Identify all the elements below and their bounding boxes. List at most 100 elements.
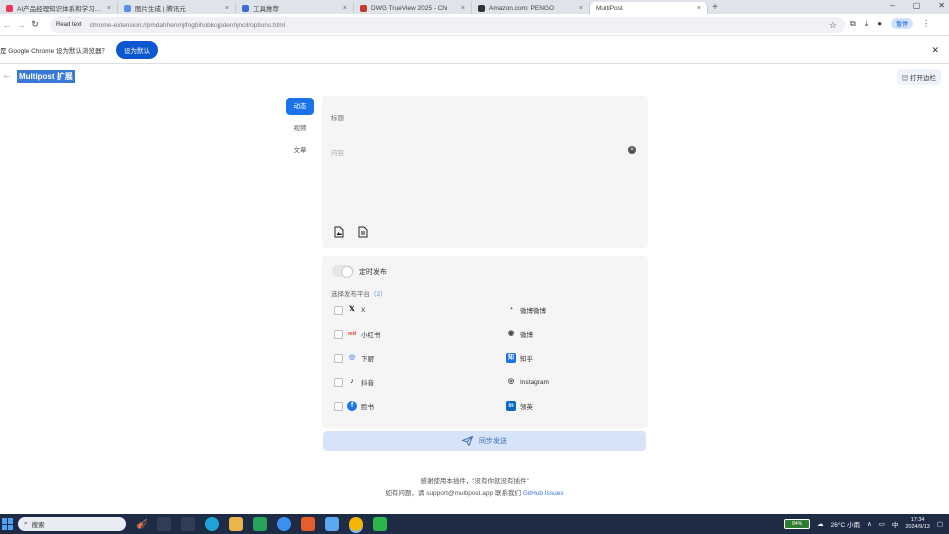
app-orange-icon[interactable] <box>301 517 316 531</box>
back-arrow-icon[interactable]: ← <box>2 70 12 81</box>
battery-indicator[interactable]: 84% <box>784 519 811 529</box>
close-icon[interactable]: × <box>343 5 347 12</box>
weibo-logo-icon: ◉ <box>507 330 515 337</box>
platform-linkedin[interactable]: in 领英 <box>506 400 533 412</box>
browser-tab[interactable]: AI产品经理知识体系和学习路线 × <box>0 2 118 14</box>
platform-checkbox[interactable] <box>334 401 343 411</box>
platform-xiaohongshu[interactable]: red 小红书 <box>334 328 381 340</box>
platform-checkbox[interactable] <box>334 377 343 387</box>
platform-douyin[interactable]: ♪ 抖音 <box>334 376 374 388</box>
maximize-icon[interactable]: ▢ <box>913 1 921 10</box>
forward-icon[interactable]: → <box>14 20 28 30</box>
browser-tab[interactable]: 图片生成 | 腾讯元 × <box>118 2 236 14</box>
platform-label: 知乎 <box>520 356 533 363</box>
platform-label: X <box>361 306 366 314</box>
close-icon[interactable]: × <box>697 5 701 12</box>
platform-weibo[interactable]: ◉ 微博 <box>506 328 533 340</box>
app-lightblue-icon[interactable] <box>325 517 340 531</box>
task-view-icon[interactable] <box>157 517 172 531</box>
close-icon[interactable]: × <box>225 5 229 12</box>
clock[interactable]: 17:34 2024/9/13 <box>905 517 929 531</box>
platform-selector: 定时发布 选择发布平台（2） 𝕏 X red 小红书 ◎ 下厨 ♪ 抖音 f 脸… <box>322 256 648 428</box>
github-issues-link[interactable]: GitHub Issues <box>523 490 564 497</box>
search-highlight-icon: 🎻 <box>136 518 148 529</box>
browser-tab-strip: AI产品经理知识体系和学习路线 × 图片生成 | 腾讯元 × 工具推荐 × DWG T… <box>0 0 949 14</box>
close-icon[interactable]: × <box>579 5 583 12</box>
chrome-icon[interactable] <box>349 517 364 531</box>
site-info-button[interactable]: Read text <box>56 22 82 28</box>
url-text: chrome-extension://pmdahhenmjlfngbihobko… <box>89 21 286 29</box>
network-icon[interactable]: ▭ <box>879 520 885 528</box>
menu-icon[interactable]: ⋮ <box>922 19 930 28</box>
address-bar[interactable]: Read text chrome-extension://pmdahhenmjl… <box>50 17 845 33</box>
footer-thanks: 感谢使用本插件，“没有你就没有插件” <box>420 478 529 485</box>
sidebar-icon: ▤ <box>901 75 910 82</box>
default-browser-infobar: 是 Google Chrome 设为默认浏览器？ 设为默认 ✕ <box>0 37 949 64</box>
platform-x[interactable]: 𝕏 X <box>334 304 365 316</box>
browser-tab[interactable]: DWG TrueView 2025 - Chi × <box>354 2 472 14</box>
platform-instagram[interactable]: ◎ Instagram <box>506 376 549 388</box>
browser-tab[interactable]: Amazon.com: PENGO × <box>472 2 590 14</box>
platform-zhihu[interactable]: 知 知乎 <box>506 352 533 364</box>
tab-article[interactable]: 文章 <box>286 142 314 159</box>
xiaohongshu-logo-icon: red <box>348 331 356 337</box>
facebook-logo-icon: f <box>347 401 357 411</box>
close-icon[interactable]: ✕ <box>931 45 939 56</box>
weather-icon: ☁ <box>817 521 824 528</box>
open-sidebar-button[interactable]: ▤ 打开边栏 <box>896 69 941 85</box>
platform-checkbox[interactable] <box>334 353 343 363</box>
platform-label: 抖音 <box>361 380 374 387</box>
download-icon[interactable]: ⤓ <box>865 19 869 29</box>
close-icon[interactable]: × <box>461 5 465 12</box>
extensions-icon[interactable]: ⧉ <box>850 19 856 29</box>
window-controls: – ▢ ✕ <box>890 1 945 10</box>
tray-chevron-icon[interactable]: ∧ <box>867 520 872 528</box>
profile-button[interactable]: 暂停 <box>891 18 914 29</box>
app-green-icon[interactable] <box>253 517 268 531</box>
bookmark-star-icon[interactable]: ☆ <box>829 20 837 31</box>
platform-xiachu[interactable]: ◎ 下厨 <box>334 352 374 364</box>
publish-button[interactable]: 同步发送 <box>323 431 646 451</box>
platform-label: Instagram <box>520 378 549 386</box>
back-icon[interactable]: ← <box>0 20 14 30</box>
weather-text[interactable]: 26°C 小雨 <box>831 519 860 529</box>
windows-start-icon[interactable] <box>2 518 14 530</box>
clear-icon[interactable]: × <box>628 146 636 154</box>
tab-favicon <box>478 4 485 12</box>
tab-video[interactable]: 视频 <box>286 120 314 137</box>
new-tab-button[interactable]: + <box>708 2 722 14</box>
search-icon: ⌕ <box>24 520 28 527</box>
app-blue-icon[interactable] <box>277 517 292 531</box>
tab-dynamic[interactable]: 动态 <box>286 98 314 115</box>
xiachu-logo-icon: ◎ <box>348 354 356 361</box>
profile-icon[interactable]: ● <box>877 19 882 28</box>
edge-icon[interactable] <box>205 517 220 531</box>
reload-icon[interactable]: ↻ <box>28 19 42 30</box>
minimize-icon[interactable]: – <box>890 1 894 10</box>
ime-indicator[interactable]: 中 <box>892 519 899 529</box>
close-window-icon[interactable]: ✕ <box>938 1 945 10</box>
browser-tab[interactable]: 工具推荐 × <box>236 2 354 14</box>
publish-label: 同步发送 <box>479 438 507 445</box>
platform-checkbox[interactable] <box>334 329 343 339</box>
notification-icon[interactable]: ▢ <box>937 520 943 528</box>
schedule-toggle[interactable] <box>332 265 354 278</box>
clock-date: 2024/9/13 <box>905 524 930 530</box>
sidebar-toggle-label: 打开边栏 <box>910 75 936 82</box>
set-default-button[interactable]: 设为默认 <box>116 41 158 59</box>
close-icon[interactable]: × <box>107 5 111 12</box>
platform-facebook[interactable]: f 脸书 <box>334 400 374 412</box>
platform-checkbox[interactable] <box>334 305 343 315</box>
upload-file-icon[interactable] <box>358 226 368 238</box>
file-explorer-icon[interactable] <box>181 517 196 531</box>
content-input[interactable]: 内容 <box>331 147 344 157</box>
platform-select-label: 选择发布平台（2） <box>331 288 387 298</box>
zhihu-logo-icon: 知 <box>506 353 516 363</box>
browser-tab-active[interactable]: MultiPost × <box>590 2 708 14</box>
taskbar-search[interactable]: ⌕ 搜索 <box>18 517 126 531</box>
title-input[interactable]: 标题 <box>331 112 344 122</box>
wechat-icon[interactable] <box>373 517 388 531</box>
upload-image-icon[interactable] <box>334 226 344 238</box>
platform-weibo-weibo[interactable]: ◔ 微博微博 <box>506 304 546 316</box>
folder-icon[interactable] <box>229 517 244 531</box>
